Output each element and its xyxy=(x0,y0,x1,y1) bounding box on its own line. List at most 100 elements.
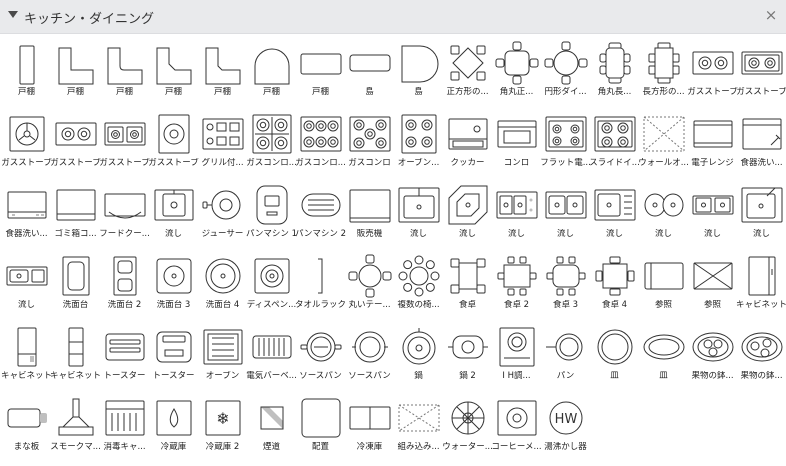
shape-electric-bbq[interactable]: 電気バーベ... xyxy=(246,322,297,392)
panel-header[interactable]: キッチン・ダイニング × xyxy=(0,0,786,34)
shape-island-round[interactable]: 島 xyxy=(345,38,394,108)
shape-gas-stove-single[interactable]: ガスストーブ xyxy=(148,109,199,179)
shape-vending-machine[interactable]: 販売機 xyxy=(345,180,394,250)
shape-cabinet-l-round[interactable]: 戸棚 xyxy=(100,38,149,108)
shape-gas-stove-oval[interactable]: ガスストーブ xyxy=(50,109,101,179)
shape-cooker[interactable]: クッカー xyxy=(443,109,492,179)
shape-microwave[interactable]: 電子レンジ xyxy=(688,109,737,179)
shape-label: 湯沸かし器 xyxy=(544,442,587,452)
shape-fruit-bowl[interactable]: 果物の鉢... xyxy=(688,322,737,392)
collapse-caret-icon[interactable] xyxy=(8,11,18,18)
shape-gas-stove-2-burner[interactable]: ガスストーブ xyxy=(99,109,150,179)
shape-sink-small-double[interactable]: 流し xyxy=(688,180,737,250)
shape-dishwasher-2[interactable]: 食器洗い... xyxy=(2,180,51,250)
shape-cabinet-l[interactable]: 戸棚 xyxy=(51,38,100,108)
shape-plate-oval[interactable]: 皿 xyxy=(639,322,688,392)
shape-sink-basin[interactable]: 流し xyxy=(737,180,786,250)
shape-multi-chairs[interactable]: 複数の椅... xyxy=(394,251,443,321)
shape-rect-table[interactable]: 長方形の... xyxy=(639,38,688,108)
shape-gas-range-4[interactable]: ガスコンロ... xyxy=(246,109,297,179)
shape-label: 食卓 xyxy=(458,300,476,310)
shape-sink-counter[interactable]: 流し xyxy=(394,180,443,250)
shape-sterilizer-cabinet[interactable]: 消毒キャ... xyxy=(100,393,149,463)
shape-pot[interactable]: 鍋 xyxy=(394,322,443,392)
shape-smoke-machine[interactable]: スモークマ... xyxy=(50,393,101,463)
shape-sink-double[interactable]: 流し xyxy=(541,180,590,250)
shape-cabinet-v2[interactable]: キャビネット xyxy=(50,322,101,392)
shape-sink-bar[interactable]: 流し xyxy=(2,251,51,321)
shape-square-table-diamond[interactable]: 正方形の... xyxy=(443,38,492,108)
shape-towel-rack[interactable]: タオルラック xyxy=(295,251,346,321)
shape-water-heater[interactable]: ウォーター... xyxy=(442,393,493,463)
shape-dining-table-2[interactable]: 食卓 2 xyxy=(492,251,541,321)
shape-sink-single[interactable]: 流し xyxy=(149,180,198,250)
shape-gas-stove-2b[interactable]: ガスストーブ xyxy=(736,38,786,108)
shape-washbasin[interactable]: 洗面台 xyxy=(51,251,100,321)
shape-cabinet-v1[interactable]: キャビネット xyxy=(1,322,52,392)
shape-cabinet-l-chamfer[interactable]: 戸棚 xyxy=(149,38,198,108)
shape-cabinet-side[interactable]: キャビネット xyxy=(736,251,786,321)
shape-washbasin-3[interactable]: 洗面台 3 xyxy=(149,251,198,321)
shape-bread-machine-1[interactable]: パンマシン 1 xyxy=(246,180,297,250)
shape-bread-machine-2[interactable]: パンマシン 2 xyxy=(295,180,346,250)
shape-toaster-2[interactable]: トースター xyxy=(149,322,198,392)
shape-grill-stove[interactable]: グリル付... xyxy=(198,109,247,179)
shape-dining-table-4[interactable]: 食卓 4 xyxy=(590,251,639,321)
shape-dining-table-3[interactable]: 食卓 3 xyxy=(541,251,590,321)
shape-pan[interactable]: パン xyxy=(541,322,590,392)
shape-island-d[interactable]: 島 xyxy=(394,38,443,108)
shape-flat-electric[interactable]: フラット電... xyxy=(540,109,591,179)
shape-pot-2[interactable]: 鍋 2 xyxy=(443,322,492,392)
cabinet-tall-icon xyxy=(19,45,35,85)
shape-oven[interactable]: オーブン xyxy=(198,322,247,392)
shape-reference-rect[interactable]: 参照 xyxy=(639,251,688,321)
shape-washbasin-2[interactable]: 洗面台 2 xyxy=(100,251,149,321)
shape-stove[interactable]: コンロ xyxy=(492,109,541,179)
shape-gas-stove-2[interactable]: ガスストーブ xyxy=(687,38,738,108)
shape-built-in[interactable]: 組み込み... xyxy=(394,393,443,463)
shape-wall-oven[interactable]: ウォールオ... xyxy=(638,109,689,179)
shape-dishwasher[interactable]: 食器洗い... xyxy=(737,109,786,179)
shape-cabinet-wide[interactable]: 戸棚 xyxy=(296,38,345,108)
shape-cabinet-l-chamfer2[interactable]: 戸棚 xyxy=(198,38,247,108)
shape-oven-range[interactable]: オーブン... xyxy=(394,109,443,179)
shape-sink-drainboard[interactable]: 流し xyxy=(590,180,639,250)
shape-gas-stove-fan[interactable]: ガスストーブ xyxy=(1,109,52,179)
shape-freezer[interactable]: 冷凍庫 xyxy=(345,393,394,463)
shape-sink-double-drain[interactable]: 流し xyxy=(492,180,541,250)
shape-cabinet-arch[interactable]: 戸棚 xyxy=(247,38,296,108)
shape-saucepan-2[interactable]: ソースパン xyxy=(345,322,394,392)
shape-cutting-board[interactable]: まな板 xyxy=(2,393,51,463)
shape-slide-in[interactable]: スライドイ... xyxy=(589,109,640,179)
shape-round-table-4[interactable]: 丸いテー... xyxy=(345,251,394,321)
shape-round-dining-table[interactable]: 円形ダイ... xyxy=(541,38,590,108)
shape-label: 皿 xyxy=(659,371,668,381)
shape-reference-x[interactable]: 参照 xyxy=(688,251,737,321)
shape-fruit-bowl-2[interactable]: 果物の鉢... xyxy=(737,322,786,392)
shape-trash-compactor[interactable]: ゴミ箱コ... xyxy=(51,180,100,250)
shape-hw-boiler[interactable]: HW 湯沸かし器 xyxy=(541,393,590,463)
cabinet-l-chamfer-icon xyxy=(156,47,192,85)
shape-placement[interactable]: 配置 xyxy=(296,393,345,463)
shape-range-hood[interactable]: フードクー... xyxy=(99,180,150,250)
shape-ih-cooker[interactable]: I H調... xyxy=(492,322,541,392)
shape-refrigerator[interactable]: 冷蔵庫 xyxy=(149,393,198,463)
shape-juicer[interactable]: ジューサー xyxy=(198,180,247,250)
shape-plate-round[interactable]: 皿 xyxy=(590,322,639,392)
shape-saucepan[interactable]: ソースパン xyxy=(296,322,345,392)
close-icon[interactable]: × xyxy=(762,6,780,24)
shape-cabinet-tall[interactable]: 戸棚 xyxy=(2,38,51,108)
shape-flue[interactable]: 煙道 xyxy=(247,393,296,463)
shape-coffee-maker[interactable]: コーヒーメ... xyxy=(491,393,542,463)
shape-rounded-long-table[interactable]: 角丸長... xyxy=(590,38,639,108)
shape-toaster[interactable]: トースター xyxy=(100,322,149,392)
shape-dispenser[interactable]: ディスペン... xyxy=(247,251,296,321)
shape-gas-range-6[interactable]: ガスコンロ... xyxy=(295,109,346,179)
shape-dining-table[interactable]: 食卓 xyxy=(443,251,492,321)
shape-washbasin-4[interactable]: 洗面台 4 xyxy=(198,251,247,321)
shape-gas-range[interactable]: ガスコンロ xyxy=(345,109,394,179)
shape-sink-round-double[interactable]: 流し xyxy=(639,180,688,250)
shape-refrigerator-2[interactable]: ❄ 冷蔵庫 2 xyxy=(198,393,247,463)
shape-rounded-square-table[interactable]: 角丸正... xyxy=(492,38,541,108)
shape-sink-corner[interactable]: 流し xyxy=(443,180,492,250)
